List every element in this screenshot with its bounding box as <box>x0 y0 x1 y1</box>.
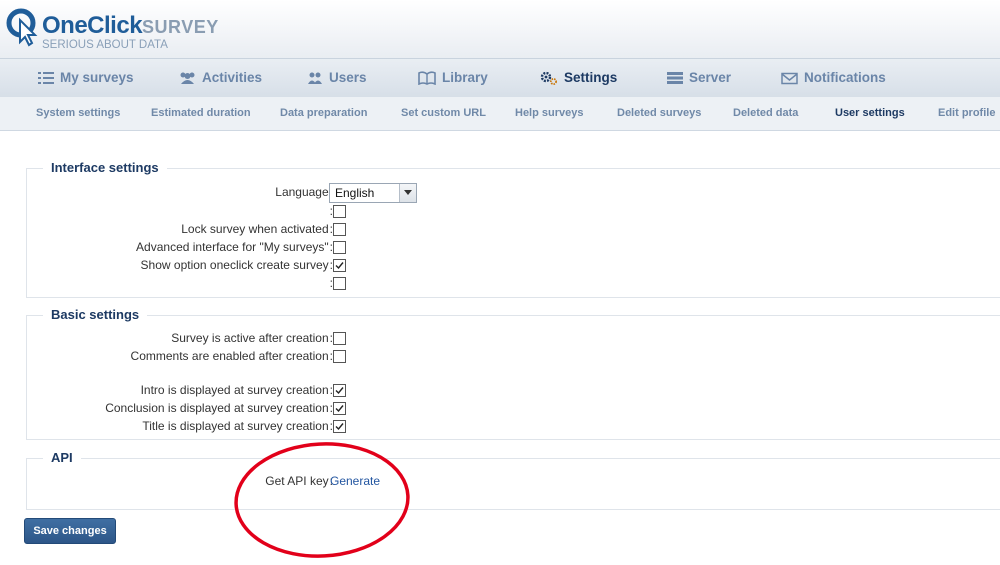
setting-row: Intro is displayed at survey creation <box>27 382 427 400</box>
language-select[interactable]: English <box>329 183 417 203</box>
nav-my-surveys[interactable]: My surveys <box>38 59 134 97</box>
survey-active-checkbox[interactable] <box>333 332 346 345</box>
api-legend: API <box>43 450 81 465</box>
gears-icon <box>540 71 557 85</box>
comments-enabled-checkbox[interactable] <box>333 350 346 363</box>
nav-activities[interactable]: Activities <box>179 59 262 97</box>
oneclick-create-checkbox[interactable] <box>333 259 346 272</box>
setting-row: Show option oneclick create survey <box>27 257 427 275</box>
setting-label: Comments are enabled after creation <box>131 349 333 363</box>
brand-name: OneClickSURVEY <box>42 12 219 39</box>
subnav-estimated-duration[interactable]: Estimated duration <box>151 97 251 130</box>
title-displayed-checkbox[interactable] <box>333 420 346 433</box>
main-nav: My surveys Activities Users Library Sett… <box>0 58 1000 98</box>
setting-checkbox[interactable] <box>333 205 346 218</box>
setting-label: Lock survey when activated <box>181 222 333 236</box>
book-icon <box>418 71 436 86</box>
subnav-set-custom-url[interactable]: Set custom URL <box>401 97 486 130</box>
api-fieldset: API Get API key Generate <box>26 450 1000 510</box>
language-selected-value: English <box>335 186 375 200</box>
checkmark-icon <box>335 387 344 395</box>
user-icon <box>308 72 322 84</box>
logo-cursor-icon <box>6 8 38 47</box>
settings-sub-nav: System settings Estimated duration Data … <box>0 97 1000 131</box>
nav-settings[interactable]: Settings <box>540 59 617 97</box>
nav-library[interactable]: Library <box>418 59 488 97</box>
users-group-icon <box>180 72 195 84</box>
oneclick-survey-logo[interactable]: OneClickSURVEY SERIOUS ABOUT DATA <box>6 6 266 54</box>
setting-label: Conclusion is displayed at survey creati… <box>105 401 333 415</box>
setting-row: Comments are enabled after creation <box>27 348 427 366</box>
subnav-user-settings[interactable]: User settings <box>835 97 905 130</box>
intro-displayed-checkbox[interactable] <box>333 384 346 397</box>
server-icon <box>667 72 683 84</box>
setting-row: Advanced interface for "My surveys" <box>27 239 427 257</box>
brand-tagline: SERIOUS ABOUT DATA <box>42 39 168 51</box>
setting-label: Advanced interface for "My surveys" <box>136 240 333 254</box>
language-row: Language English <box>27 183 427 203</box>
app-header: OneClickSURVEY SERIOUS ABOUT DATA <box>0 0 1000 58</box>
nav-notifications[interactable]: Notifications <box>781 59 886 97</box>
checkmark-icon <box>335 423 344 431</box>
basic-settings-fieldset: Basic settings Survey is active after cr… <box>26 307 1000 440</box>
dropdown-arrow[interactable] <box>399 184 416 202</box>
setting-label: Title is displayed at survey creation <box>142 419 333 433</box>
basic-settings-legend: Basic settings <box>43 307 148 322</box>
subnav-data-preparation[interactable]: Data preparation <box>280 97 367 130</box>
setting-row <box>27 203 427 221</box>
subnav-deleted-data[interactable]: Deleted data <box>733 97 798 130</box>
setting-row: Lock survey when activated <box>27 221 427 239</box>
advanced-interface-checkbox[interactable] <box>333 241 346 254</box>
conclusion-displayed-checkbox[interactable] <box>333 402 346 415</box>
subnav-system-settings[interactable]: System settings <box>36 97 120 130</box>
lock-survey-checkbox[interactable] <box>333 223 346 236</box>
subnav-deleted-surveys[interactable]: Deleted surveys <box>617 97 701 130</box>
chevron-down-icon <box>404 190 412 195</box>
checkmark-icon <box>335 262 344 270</box>
nav-users[interactable]: Users <box>307 59 367 97</box>
interface-settings-fieldset: Interface settings Language English Lock… <box>26 160 1000 298</box>
save-changes-button[interactable]: Save changes <box>24 518 116 544</box>
generate-api-key-link[interactable]: Generate <box>330 474 380 488</box>
setting-label: Survey is active after creation <box>171 331 333 345</box>
checkmark-icon <box>335 405 344 413</box>
list-icon <box>38 72 54 84</box>
subnav-help-surveys[interactable]: Help surveys <box>515 97 583 130</box>
language-label: Language <box>275 185 333 199</box>
api-key-label: Get API key <box>265 474 333 488</box>
setting-row: Conclusion is displayed at survey creati… <box>27 400 427 418</box>
api-key-row: Get API key Generate <box>27 473 427 491</box>
setting-label: Show option oneclick create survey <box>141 258 333 272</box>
envelope-icon <box>781 72 798 85</box>
setting-checkbox[interactable] <box>333 277 346 290</box>
setting-row: Title is displayed at survey creation <box>27 418 427 436</box>
interface-settings-legend: Interface settings <box>43 160 167 175</box>
subnav-edit-profile[interactable]: Edit profile <box>938 97 995 130</box>
nav-server[interactable]: Server <box>667 59 731 97</box>
setting-row: Survey is active after creation <box>27 330 427 348</box>
setting-row <box>27 275 427 293</box>
setting-label: Intro is displayed at survey creation <box>141 383 333 397</box>
